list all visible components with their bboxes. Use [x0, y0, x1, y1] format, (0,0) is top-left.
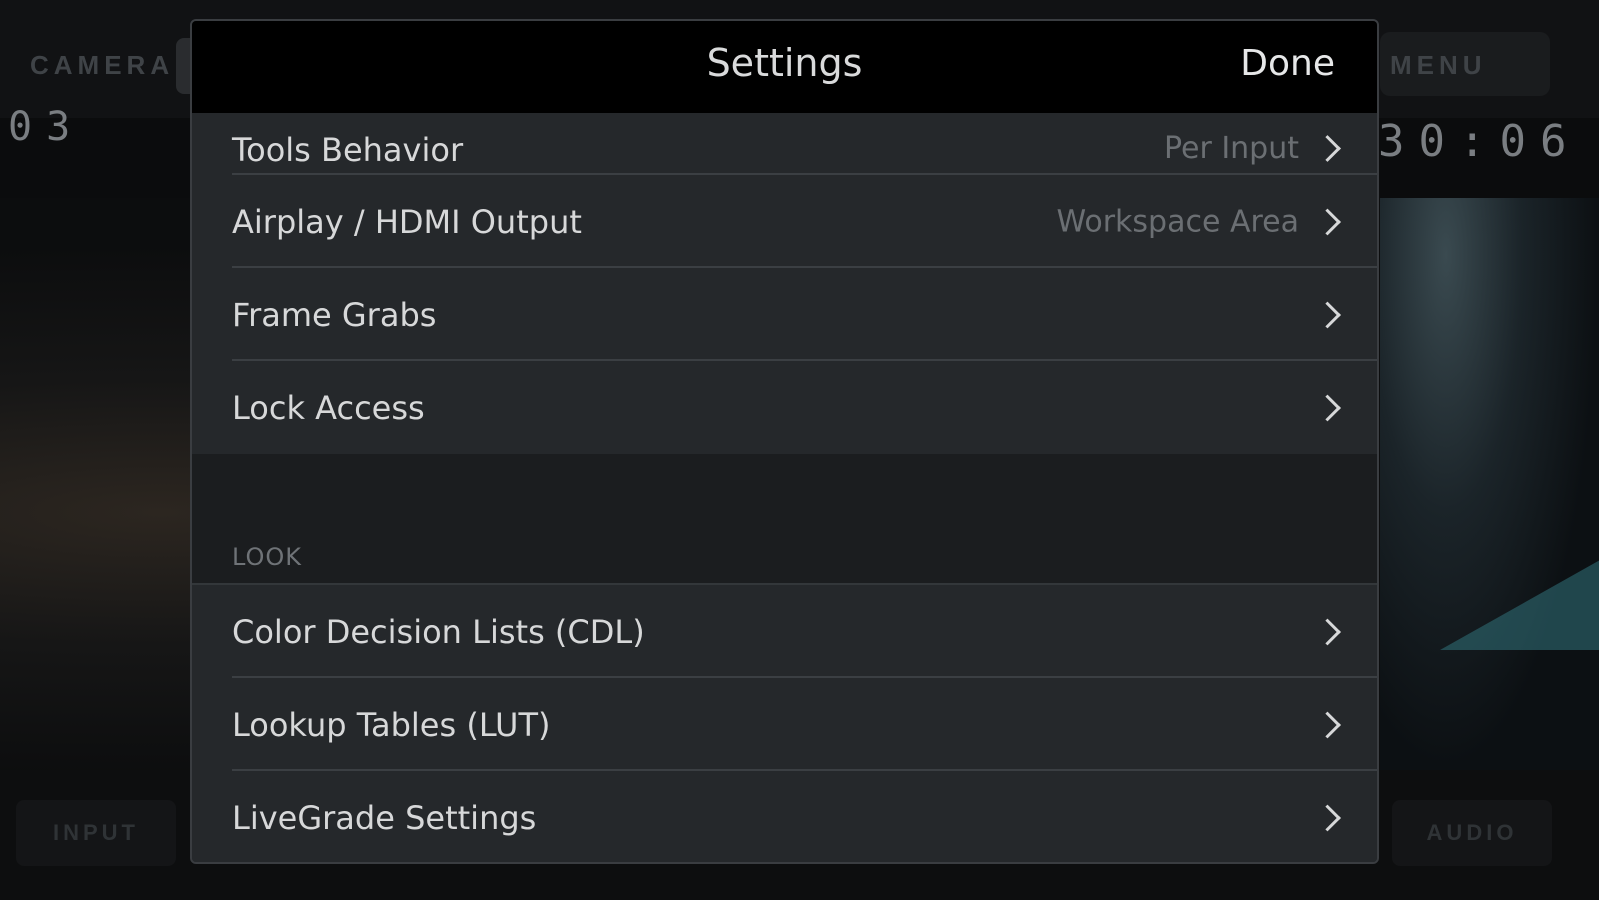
settings-row-lock-access[interactable]: Lock Access — [192, 361, 1377, 454]
camera-label[interactable]: CAMERA — [30, 50, 174, 81]
row-label: Lock Access — [232, 388, 425, 427]
timecode-readout: 30:06 — [1378, 116, 1581, 167]
left-readout: 03 — [8, 104, 85, 150]
row-label: Lookup Tables (LUT) — [232, 705, 551, 744]
row-label: Tools Behavior — [232, 131, 464, 169]
chevron-right-icon — [1314, 135, 1341, 162]
input-button[interactable]: INPUT — [16, 800, 176, 866]
settings-row-livegrade-settings[interactable]: LiveGrade Settings — [192, 771, 1377, 862]
chevron-right-icon — [1314, 711, 1341, 738]
chevron-right-icon — [1314, 208, 1341, 235]
modal-title: Settings — [706, 41, 863, 85]
menu-button[interactable]: MENU — [1390, 50, 1487, 81]
chevron-right-icon — [1314, 618, 1341, 645]
row-label: Airplay / HDMI Output — [232, 202, 582, 241]
row-label: Color Decision Lists (CDL) — [232, 612, 645, 651]
chevron-right-icon — [1314, 804, 1341, 831]
settings-modal: Settings Done Tools Behavior Per Input A… — [190, 19, 1379, 864]
modal-header: Settings Done — [192, 21, 1377, 113]
settings-row-frame-grabs[interactable]: Frame Grabs — [192, 268, 1377, 361]
audio-button[interactable]: AUDIO — [1392, 800, 1552, 866]
chevron-right-icon — [1314, 301, 1341, 328]
row-value: Workspace Area — [1056, 204, 1299, 239]
section-header-look: LOOK — [232, 543, 303, 571]
settings-row-lut[interactable]: Lookup Tables (LUT) — [192, 678, 1377, 771]
section-look: LOOK — [192, 454, 1377, 585]
chevron-right-icon — [1314, 394, 1341, 421]
row-label: LiveGrade Settings — [232, 798, 537, 837]
settings-list: Tools Behavior Per Input Airplay / HDMI … — [192, 113, 1377, 862]
done-button[interactable]: Done — [1240, 43, 1335, 84]
row-value: Per Input — [1163, 131, 1299, 166]
row-label: Frame Grabs — [232, 295, 437, 334]
settings-row-tools-behavior[interactable]: Tools Behavior Per Input — [192, 113, 1377, 175]
settings-row-cdl[interactable]: Color Decision Lists (CDL) — [192, 585, 1377, 678]
video-preview-right — [1380, 198, 1599, 770]
settings-row-airplay-hdmi-output[interactable]: Airplay / HDMI Output Workspace Area — [192, 175, 1377, 268]
video-highlight — [1440, 560, 1599, 650]
